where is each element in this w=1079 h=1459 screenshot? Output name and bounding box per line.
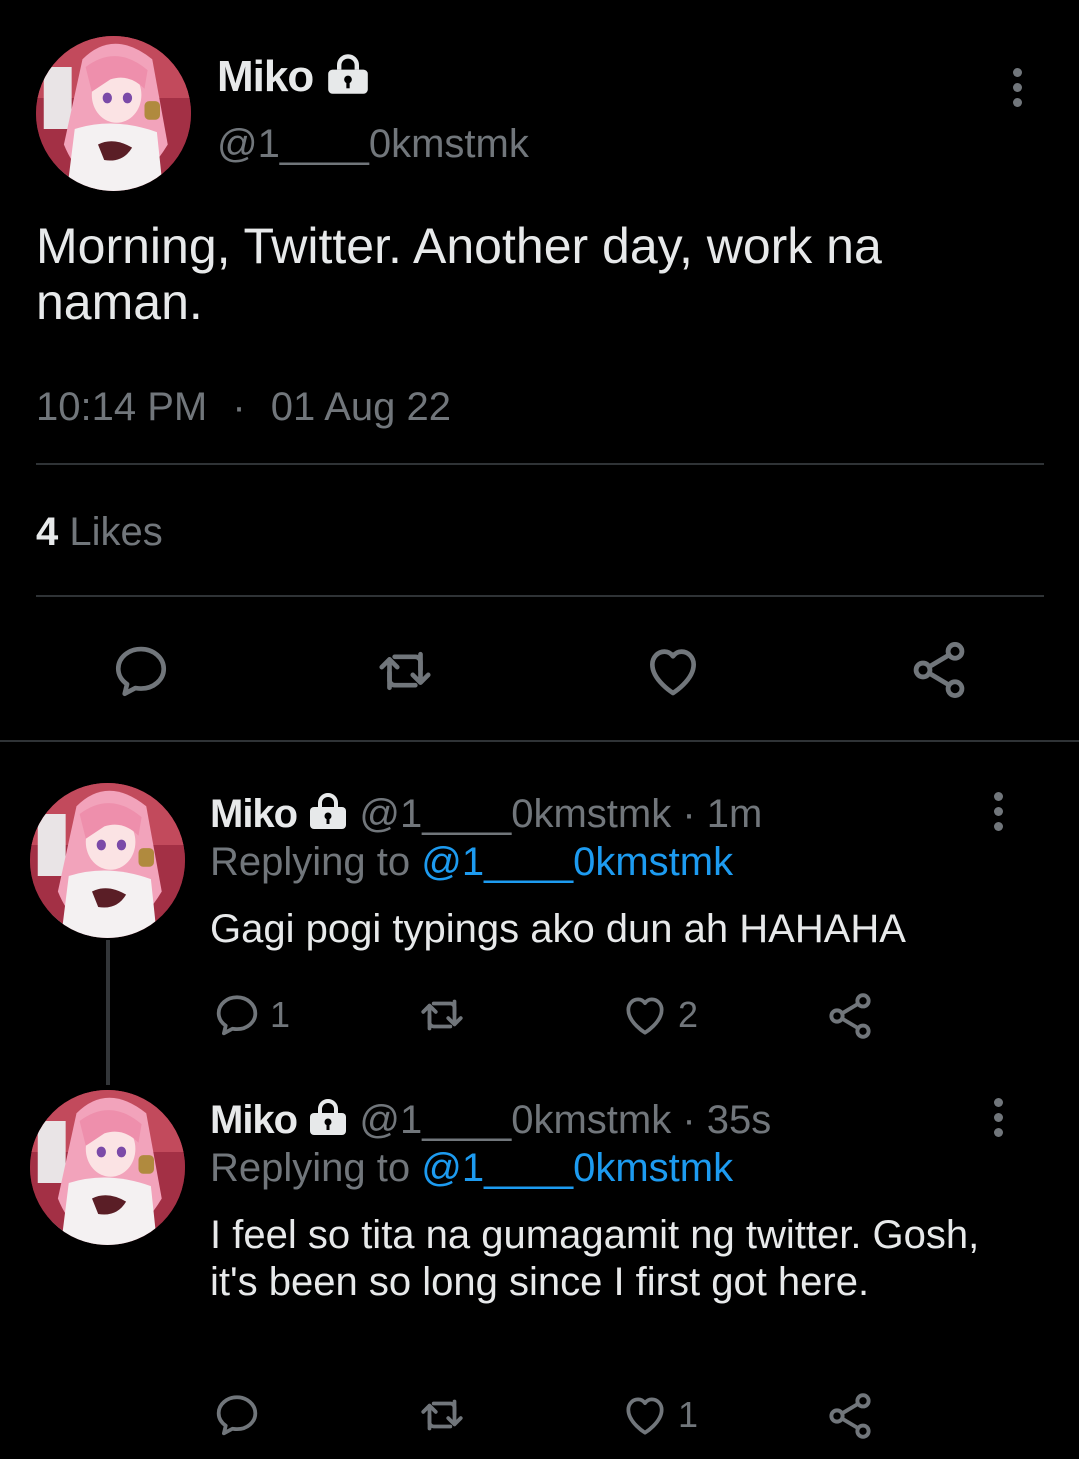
main-tweet-name: Miko	[217, 52, 314, 101]
comment-icon	[212, 990, 262, 1040]
lock-icon	[308, 1099, 348, 1135]
like-button[interactable]: 2	[620, 990, 698, 1040]
share-icon	[824, 1390, 876, 1442]
reply-text: Gagi pogi typings ako dun ah HAHAHA	[210, 907, 906, 951]
reply-avatar[interactable]	[30, 783, 185, 938]
likes-label: Likes	[69, 510, 163, 554]
reply-button[interactable]	[212, 1390, 270, 1440]
retweet-icon	[414, 990, 470, 1040]
avatar-image	[30, 1090, 185, 1245]
section-divider	[0, 740, 1079, 742]
replying-label: Replying to	[210, 1146, 411, 1190]
avatar-image	[30, 783, 185, 938]
main-tweet-handle[interactable]: @1____0kmstmk	[217, 122, 529, 167]
reply-age[interactable]: · 1m	[682, 792, 762, 836]
heart-icon	[620, 990, 670, 1040]
comment-icon	[110, 640, 172, 702]
replying-mention[interactable]: @1____0kmstmk	[421, 1146, 733, 1190]
thread-connector	[106, 940, 110, 1085]
reply-age[interactable]: · 35s	[682, 1098, 771, 1142]
likes-count: 4	[36, 510, 59, 554]
like-button[interactable]	[641, 640, 705, 702]
reply-count: 1	[270, 994, 291, 1035]
retweet-button[interactable]	[414, 1390, 478, 1440]
share-button[interactable]	[907, 638, 971, 702]
reply-header: Miko @1____0kmstmk · 35s	[210, 1098, 771, 1143]
avatar-image	[36, 36, 191, 191]
replying-label: Replying to	[210, 840, 411, 884]
reply-button[interactable]	[110, 640, 172, 702]
like-count: 2	[678, 994, 699, 1035]
tweet-date: 01 Aug 22	[270, 385, 451, 429]
reply-author-name[interactable]: Miko	[210, 1098, 298, 1142]
divider	[36, 463, 1044, 465]
main-tweet-avatar[interactable]	[36, 36, 191, 191]
replying-to: Replying to @1____0kmstmk	[210, 1146, 733, 1191]
heart-icon	[641, 640, 705, 702]
reply-button[interactable]: 1	[212, 990, 290, 1040]
main-tweet-timestamp[interactable]: 10:14 PM · 01 Aug 22	[36, 385, 451, 430]
retweet-icon	[372, 640, 438, 702]
main-tweet-author[interactable]: Miko	[217, 52, 370, 102]
comment-icon	[212, 1390, 262, 1440]
more-vertical-icon[interactable]	[992, 1098, 1004, 1143]
share-button[interactable]	[824, 1390, 876, 1442]
reply-author-handle[interactable]: @1____0kmstmk	[359, 792, 671, 836]
reply-author-name[interactable]: Miko	[210, 792, 298, 836]
tweet-time-separator: ·	[232, 385, 246, 429]
share-icon	[907, 638, 971, 702]
share-button[interactable]	[824, 990, 876, 1042]
replying-to: Replying to @1____0kmstmk	[210, 840, 733, 885]
lock-icon	[326, 54, 370, 94]
likes-count-link[interactable]: 4 Likes	[36, 510, 163, 555]
heart-icon	[620, 1390, 670, 1440]
divider	[36, 595, 1044, 597]
reply-header: Miko @1____0kmstmk · 1m	[210, 792, 762, 837]
tweet-time: 10:14 PM	[36, 385, 208, 429]
retweet-icon	[414, 1390, 470, 1440]
replying-mention[interactable]: @1____0kmstmk	[421, 840, 733, 884]
retweet-button[interactable]	[372, 640, 438, 702]
more-vertical-icon[interactable]	[992, 792, 1004, 837]
reply-text: I feel so tita na gumagamit ng twitter. …	[210, 1213, 980, 1304]
main-tweet-text: Morning, Twitter. Another day, work na n…	[36, 218, 882, 330]
like-button[interactable]: 1	[620, 1390, 698, 1440]
like-count: 1	[678, 1394, 699, 1435]
reply-avatar[interactable]	[30, 1090, 185, 1245]
lock-icon	[308, 793, 348, 829]
retweet-button[interactable]	[414, 990, 478, 1040]
more-vertical-icon[interactable]	[1011, 68, 1023, 113]
share-icon	[824, 990, 876, 1042]
reply-author-handle[interactable]: @1____0kmstmk	[359, 1098, 671, 1142]
